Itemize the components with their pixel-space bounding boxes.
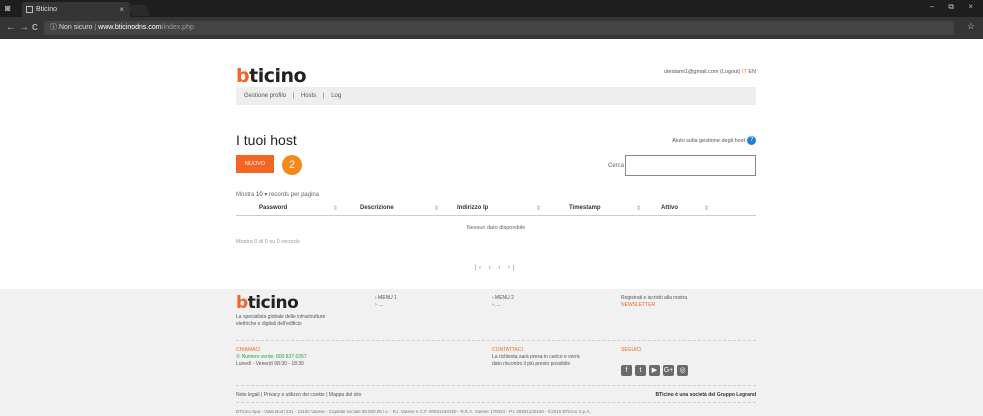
sort-icon[interactable]: ⇕ [704,205,709,212]
contact-text-1: La richiesta sarà presa in carico e verr… [492,354,580,360]
tab-close-icon[interactable]: × [119,2,124,17]
user-profile-icon[interactable]: ◙ [5,3,15,13]
footer-divider [236,402,756,403]
column-password[interactable]: Password [259,205,287,211]
follow-title: SEGUICI [621,347,642,353]
google-plus-icon[interactable]: G+ [663,365,674,376]
footer-container: bticino La specialista globale delle inf… [236,289,756,416]
footer-call: CHIAMACI ✆ Numero verde: 800 837 0357 Lu… [236,347,307,368]
social-icons: f t ▶ G+ ◎ [621,359,691,377]
column-indirizzo-ip[interactable]: Indirizzo Ip [457,205,488,211]
footer-divider [236,340,756,341]
menu1-item[interactable]: › .... [375,302,397,309]
length-suffix: ▾ records per pagina [264,192,320,198]
table-empty-message: Nessun dato disponibile [466,225,526,231]
page-length-select[interactable]: 10 [256,192,263,198]
logout-link[interactable]: (Logout) [720,69,741,75]
footer-follow: SEGUICI [621,347,642,354]
tab-title: Bticino [36,6,58,13]
youtube-icon[interactable]: ▶ [649,365,660,376]
window-controls[interactable]: – ⧉ × [930,2,979,12]
page-title: I tuoi host [236,132,297,148]
sort-icon[interactable]: ⇕ [434,205,439,212]
instagram-icon[interactable]: ◎ [677,365,688,376]
legal-links[interactable]: Note legali | Privacy e utilizzo dei coo… [236,392,361,398]
facebook-icon[interactable]: f [621,365,632,376]
new-tab-button[interactable] [127,5,151,16]
bookmark-star-icon[interactable]: ☆ [967,21,975,32]
footer: bticino La specialista globale delle inf… [0,289,983,416]
step-marker-badge: 2 [282,155,302,175]
address-bar[interactable]: ⓘ Non sicuro | www.bticinodns.com/index.… [44,21,954,35]
newsletter-link[interactable]: NEWSLETTER [621,302,687,309]
sort-icon[interactable]: ⇕ [536,205,541,212]
newsletter-text: Registrati e iscriviti alla nostra [621,295,688,301]
footer-newsletter: Registrati e iscriviti alla nostra NEWSL… [621,295,687,309]
footer-logo-text: ticino [247,293,299,313]
nav-log[interactable]: Log [331,93,341,99]
nav-hosts[interactable]: Hosts [301,93,316,99]
nav-separator: | [322,93,325,99]
nav-separator: | [292,93,295,99]
menu1-title[interactable]: › MENU 1 [375,295,397,302]
user-menu: utestami1@gmail.com (Logout) IT EN [664,69,756,75]
column-descrizione[interactable]: Descrizione [360,205,394,211]
table-info: Mostra 0 di 0 su 0 records [236,239,300,245]
footer-logo[interactable]: bticino [236,293,326,313]
call-title: CHIAMACI [236,347,261,353]
security-warning: Non sicuro [58,24,93,31]
browser-tab-bar: ◙ Bticino × – ⧉ × [0,0,983,17]
page-favicon-icon [26,6,33,13]
browser-tab[interactable]: Bticino × [22,2,130,17]
footer-divider [236,385,756,386]
back-icon[interactable]: ← [6,22,16,33]
page-content: bticino utestami1@gmail.com (Logout) IT … [0,39,983,416]
lang-it-link[interactable]: IT [742,69,747,75]
logo-text: ticino [249,65,307,87]
footer-tagline: La specialista globale delle infrastrutt… [236,314,326,327]
column-attivo[interactable]: Attivo [661,205,678,211]
url-path: /index.php [161,24,194,31]
footer-logo-letter: b [236,293,248,313]
column-timestamp[interactable]: Timestamp [569,205,601,211]
page-length-control: Mostra 10 ▾ records per pagina [236,191,319,198]
sub-navigation: Gestione profilo | Hosts | Log [236,87,756,105]
user-email: utestami1@gmail.com [663,69,719,75]
nav-gestione-profilo[interactable]: Gestione profilo [244,93,286,99]
group-statement: BTicino è una società del Gruppo Legrand [655,392,756,398]
footer-brand: bticino La specialista globale delle inf… [236,293,326,328]
forward-icon[interactable]: → [19,22,29,33]
footer-menu-1: › MENU 1 › .... [375,295,397,309]
help-link[interactable]: Aiuto sulla gestione degli host? [672,136,756,145]
corporate-info: BTicino Spa - Viale Borri 231 - 21100 Va… [236,409,591,414]
footer-contact: CONTATTACI La richiesta sarà presa in ca… [492,347,580,368]
contact-title[interactable]: CONTATTACI [492,347,580,354]
menu2-item[interactable]: › .... [492,302,514,309]
new-host-button[interactable]: NUOVO [236,155,274,173]
search-input[interactable] [625,155,756,176]
search-label: Cerca [608,163,625,169]
menu2-title[interactable]: › MENU 2 [492,295,514,302]
contact-text-2: dato riscontro il più presto possibile [492,361,571,367]
help-question-icon[interactable]: ? [747,136,756,145]
call-hours: Lunedì - Venerdì 08:30 - 18:30 [236,361,304,367]
help-text: Aiuto sulla gestione degli host [672,137,745,144]
bticino-logo[interactable]: bticino [236,65,307,87]
logo-letter: b [236,65,250,87]
sort-icon[interactable]: ⇕ [333,205,338,212]
length-prefix: Mostra [236,192,255,198]
pagination[interactable]: |‹ ‹ › ›| [236,265,756,271]
twitter-icon[interactable]: t [635,365,646,376]
hosts-table-header: Password ⇕ Descrizione ⇕ Indirizzo Ip ⇕ … [236,201,756,216]
reload-icon[interactable]: C [32,22,38,33]
browser-toolbar: ← → C ⓘ Non sicuro | www.bticinodns.com/… [0,17,983,39]
footer-menu-2: › MENU 2 › .... [492,295,514,309]
call-number[interactable]: Numero verde: 800 837 0357 [242,354,307,360]
sort-icon[interactable]: ⇕ [636,205,641,212]
info-icon[interactable]: ⓘ [50,24,57,31]
url-domain: www.bticinodns.com [98,24,162,31]
main-container: bticino utestami1@gmail.com (Logout) IT … [236,39,756,289]
lang-en-link[interactable]: EN [748,69,756,75]
